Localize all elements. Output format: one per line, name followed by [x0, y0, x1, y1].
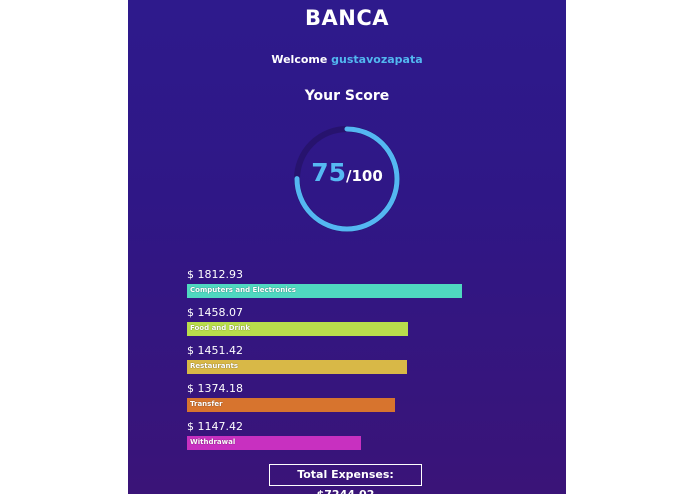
expense-category: Food and Drink — [190, 324, 251, 332]
score-readout: 75/100 — [291, 158, 403, 187]
score-max: /100 — [346, 167, 383, 185]
expense-item: $ 1812.93 Computers and Electronics — [187, 268, 527, 306]
score-title: Your Score — [304, 88, 390, 104]
expense-amount: $ 1147.42 — [187, 420, 243, 433]
welcome-prefix: Welcome — [271, 53, 328, 66]
expense-amount: $ 1458.07 — [187, 306, 243, 319]
expense-item: $ 1458.07 Food and Drink — [187, 306, 527, 344]
app-title: BANCA — [305, 6, 389, 30]
expense-category: Transfer — [190, 400, 223, 408]
expense-category: Computers and Electronics — [190, 286, 296, 294]
app-panel: BANCA Welcome gustavozapata Your Score 7… — [128, 0, 566, 494]
score-value: 75 — [311, 158, 346, 187]
expense-list: $ 1812.93 Computers and Electronics $ 1458… — [187, 268, 527, 458]
total-expenses: Total Expenses: $7244.02 — [269, 464, 422, 494]
welcome-message: Welcome gustavozapata — [128, 53, 566, 66]
expense-amount: $ 1451.42 — [187, 344, 243, 357]
expense-amount: $ 1374.18 — [187, 382, 243, 395]
expense-item: $ 1451.42 Restaurants — [187, 344, 527, 382]
expense-category: Withdrawal — [190, 438, 236, 446]
expense-item: $ 1374.18 Transfer — [187, 382, 527, 420]
expense-amount: $ 1812.93 — [187, 268, 243, 281]
expense-item: $ 1147.42 Withdrawal — [187, 420, 527, 458]
expense-category: Restaurants — [190, 362, 239, 370]
username: gustavozapata — [331, 53, 423, 66]
